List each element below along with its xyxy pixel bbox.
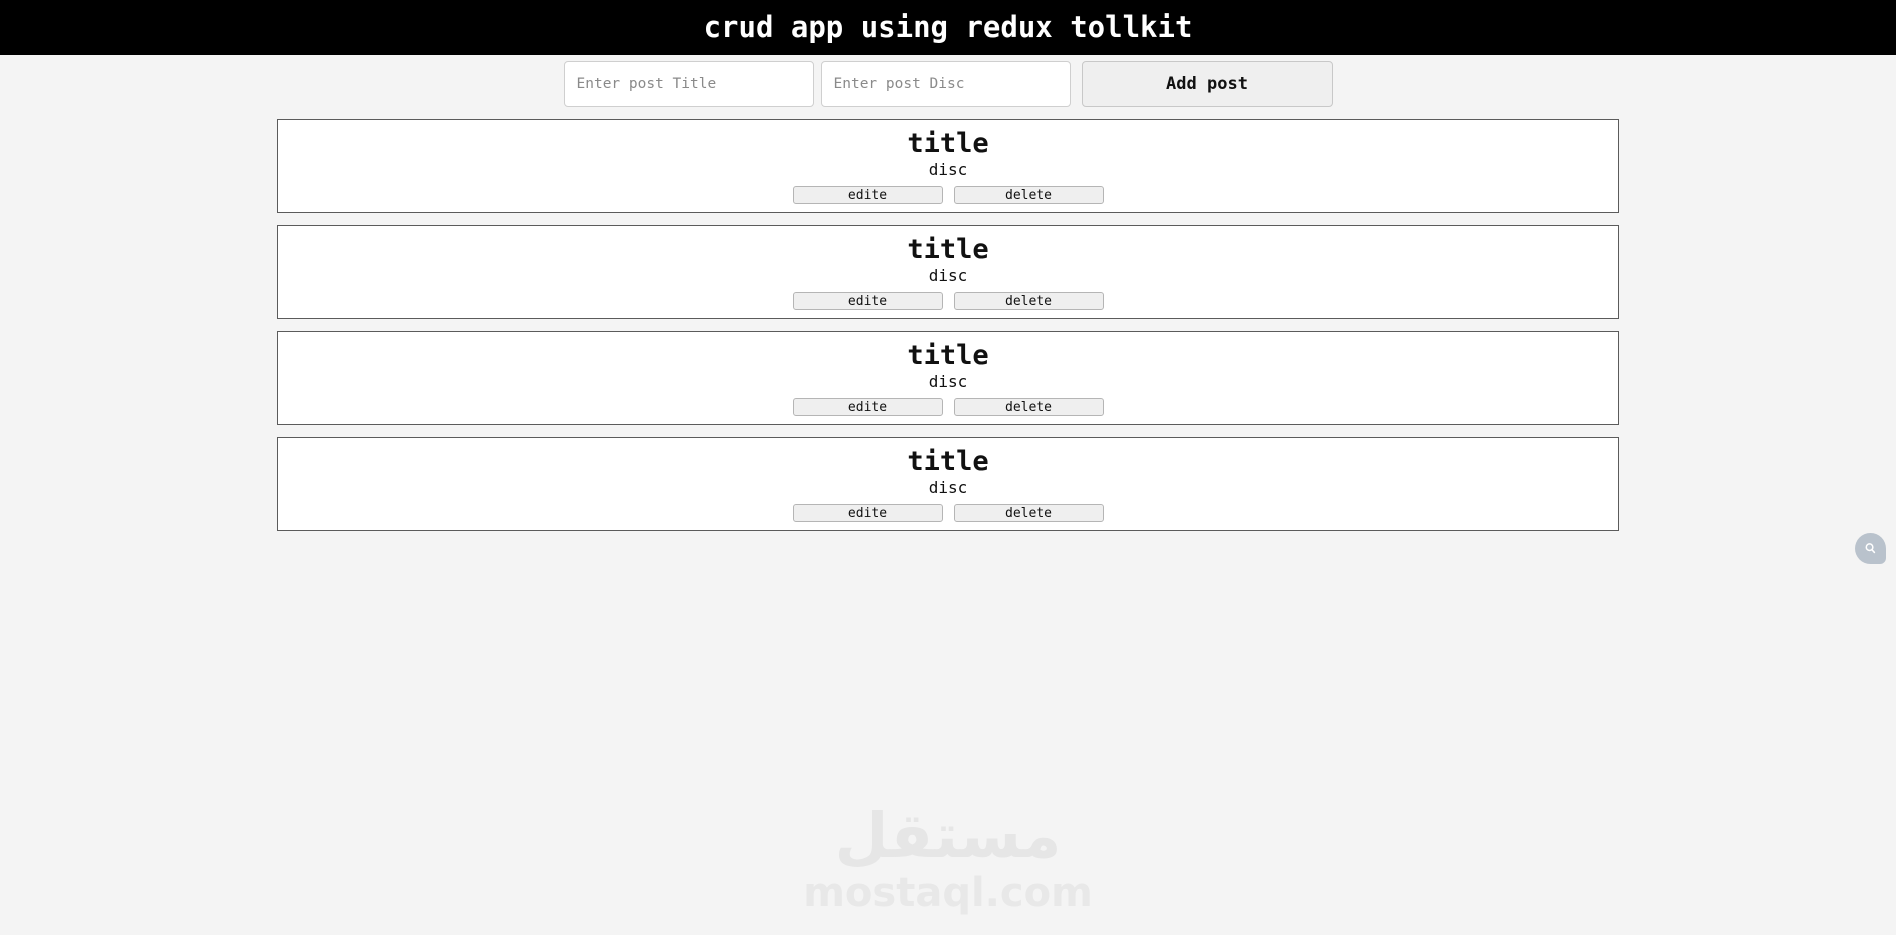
posts-list: title disc edite delete title disc edite… — [277, 119, 1619, 531]
post-card: title disc edite delete — [277, 225, 1619, 319]
delete-post-button[interactable]: delete — [953, 292, 1104, 311]
post-actions: edite delete — [792, 292, 1104, 311]
watermark-arabic-text: مستقل — [834, 799, 1062, 872]
delete-post-button[interactable]: delete — [953, 186, 1104, 205]
post-card: title disc edite delete — [277, 331, 1619, 425]
support-bubble-button[interactable] — [1855, 533, 1886, 564]
page-title: crud app using redux tollkit — [703, 10, 1193, 44]
watermark-latin-text: mostaql.com — [803, 870, 1093, 916]
post-title: title — [907, 340, 989, 371]
edit-post-button[interactable]: edite — [792, 504, 943, 523]
post-title: title — [907, 234, 989, 265]
post-description: disc — [928, 478, 968, 498]
post-card: title disc edite delete — [277, 119, 1619, 213]
post-description: disc — [928, 266, 968, 286]
post-actions: edite delete — [792, 398, 1104, 417]
edit-post-button[interactable]: edite — [792, 292, 943, 311]
post-card: title disc edite delete — [277, 437, 1619, 531]
post-title: title — [907, 446, 989, 477]
post-disc-input[interactable] — [820, 61, 1071, 107]
post-description: disc — [928, 160, 968, 180]
post-title: title — [907, 128, 989, 159]
app-header: crud app using redux tollkit — [0, 0, 1896, 55]
post-description: disc — [928, 372, 968, 392]
post-title-input[interactable] — [563, 61, 814, 107]
add-post-form: Add post — [0, 55, 1896, 107]
delete-post-button[interactable]: delete — [953, 504, 1104, 523]
edit-post-button[interactable]: edite — [792, 186, 943, 205]
search-bubble-icon — [1863, 541, 1878, 556]
add-post-button[interactable]: Add post — [1081, 61, 1333, 107]
post-actions: edite delete — [792, 186, 1104, 205]
edit-post-button[interactable]: edite — [792, 398, 943, 417]
delete-post-button[interactable]: delete — [953, 398, 1104, 417]
watermark: مستقل mostaql.com — [0, 799, 1896, 916]
post-actions: edite delete — [792, 504, 1104, 523]
